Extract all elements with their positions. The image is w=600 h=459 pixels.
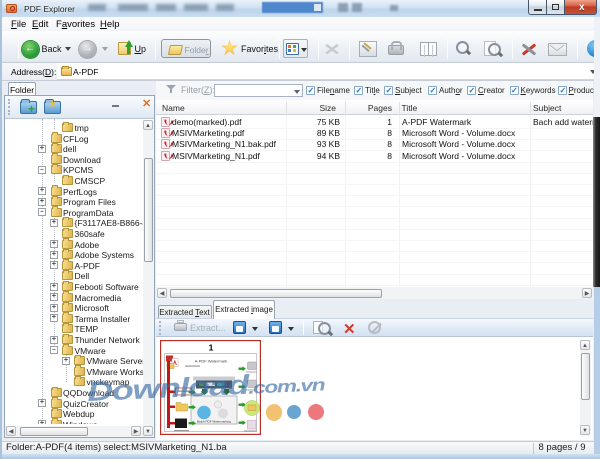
svg-text:1: 1 [209, 343, 214, 353]
svg-text:A-PDF Watermark: A-PDF Watermark [195, 359, 228, 364]
svg-text:Batch PDF Watermarking: Batch PDF Watermarking [197, 420, 231, 424]
